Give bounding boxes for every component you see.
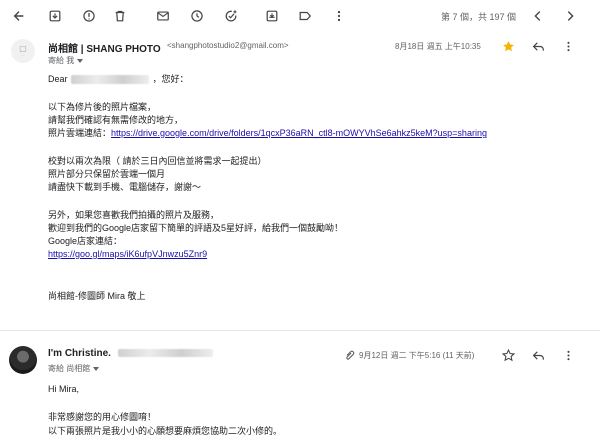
reply-icon[interactable] [531,348,545,362]
body-line: 請幫我們確認有無需修改的地方， [48,115,184,125]
add-task-icon[interactable] [223,8,239,24]
archive-icon[interactable] [47,8,63,24]
body-line: 照片雲端連結：https://drive.google.com/drive/fo… [48,127,487,141]
body-line: 以下為修片後的照片檔案， [48,102,157,112]
greeting-suffix: ，您好： [152,74,189,84]
drive-link-label: 照片雲端連結： [48,128,112,138]
sender-name[interactable]: I'm Christine. [48,348,213,359]
message-date: 9月12日 週二 下午5:16 (11 天前) [359,351,475,360]
studio-logo-mark: ◦◦◦ [21,53,25,57]
drive-link[interactable]: https://drive.google.com/drive/folders/1… [111,128,487,138]
label-tag-icon[interactable] [297,8,313,24]
caret-down-icon [77,58,84,63]
caret-down-icon [93,366,100,371]
greeting-line: Dear ，您好： [48,73,189,87]
star-outline-icon[interactable] [501,348,515,362]
star-icon[interactable] [501,39,515,53]
attachment-icon [344,350,356,360]
more-vertical-icon[interactable] [331,8,347,24]
back-arrow-icon[interactable] [11,8,27,24]
greeting-line: Hi Mira, [48,384,79,394]
body-line: 另外，如果您喜歡我們拍攝的照片及服務， [48,210,220,220]
maps-link[interactable]: https://goo.gl/maps/iK6ufpVJnwzu5Znr9 [48,249,207,259]
body-line: 歡迎到我們的Google店家留下簡單的評語及5星好評，給我們一個鼓勵呦！ [48,223,344,233]
message-date: 8月18日 週五 上午10:35 [395,42,481,51]
signature: 尚相館-修圖師 Mira 敬上 [48,291,146,301]
body-line: https://goo.gl/maps/iK6ufpVJnwzu5Znr9 [48,248,207,262]
recipient-dropdown[interactable]: 寄給 尚相館 [48,363,100,374]
reply-icon[interactable] [531,39,545,53]
older-chevron-icon[interactable] [562,8,578,24]
body-line: 非常感謝您的用心修圖唷！ [48,412,157,422]
move-to-icon[interactable] [264,8,280,24]
message-divider [0,330,600,331]
sender-avatar[interactable] [9,346,37,374]
greeting-prefix: Dear [48,74,68,84]
sender-name-text: I'm Christine. [48,348,111,359]
sender-avatar[interactable]: ▢ ◦◦◦ [11,39,35,63]
body-line: Google店家連結： [48,236,123,246]
recipient-label: 寄給 我 [48,56,75,65]
body-line: 照片部分只保留於雲端一個月 [48,169,166,179]
recipient-dropdown[interactable]: 寄給 我 [48,55,84,66]
snooze-clock-icon[interactable] [189,8,205,24]
redacted-name [71,75,150,85]
delete-icon[interactable] [112,8,128,24]
more-vertical-icon[interactable] [561,39,575,53]
body-line: 請盡快下載到手機、電腦儲存，謝謝～ [48,182,202,192]
studio-logo-icon: ▢ [19,44,27,53]
report-spam-icon[interactable] [81,8,97,24]
body-line: 校對以兩次為限（ 請於三日內回信並將需求一起提出） [48,156,267,166]
sender-email: <shangphotostudio2@gmail.com> [167,41,289,50]
pager-count: 第 7 個，共 197 個 [441,12,517,22]
message-toolbar: 第 7 個，共 197 個 [0,0,600,32]
more-vertical-icon[interactable] [561,348,575,362]
redacted-email [117,349,213,358]
sender-name[interactable]: 尚相館 | SHANG PHOTO [48,40,161,55]
body-line: 以下兩張照片是我小小的心願想要麻煩您協助二次小修的。 [48,426,283,436]
newer-chevron-icon[interactable] [530,8,546,24]
mark-unread-icon[interactable] [155,8,171,24]
recipient-label: 寄給 尚相館 [48,364,91,373]
